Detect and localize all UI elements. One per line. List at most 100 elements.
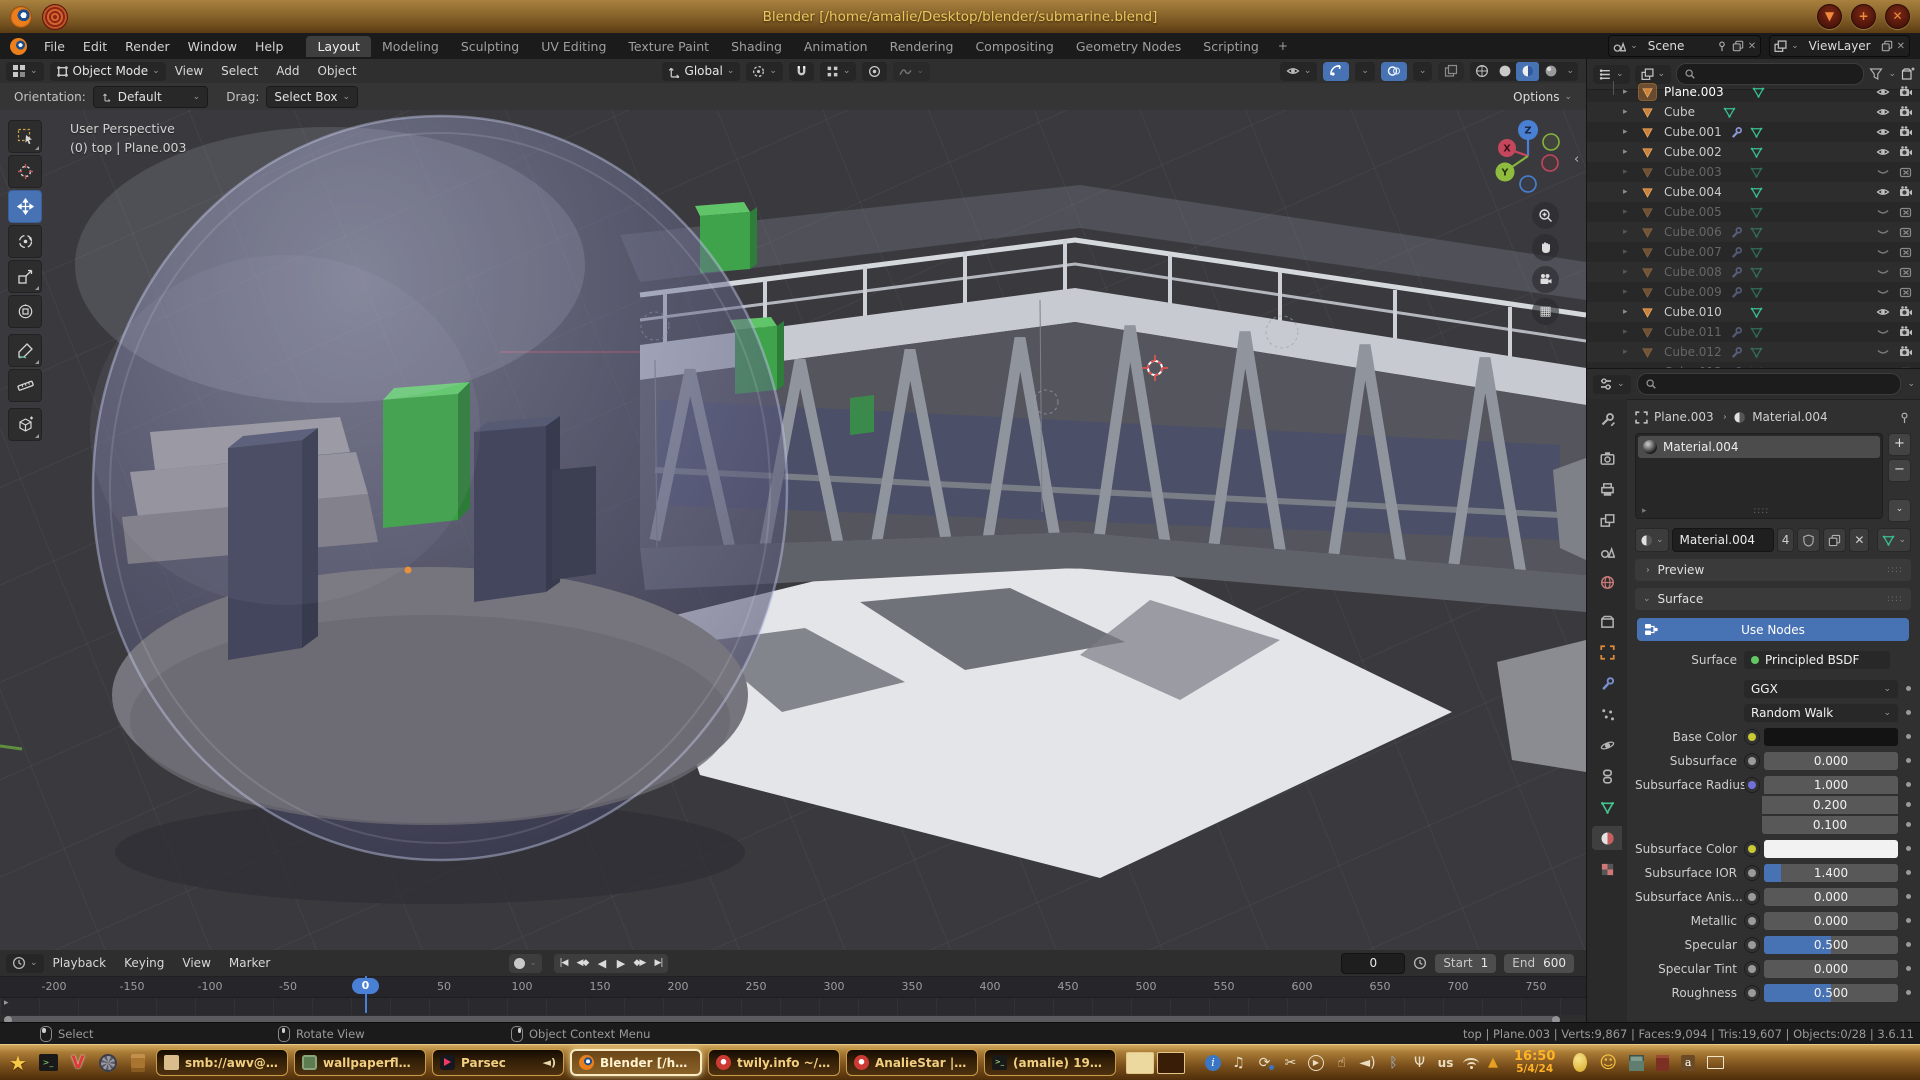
- object-name[interactable]: Cube.005: [1660, 205, 1726, 219]
- outliner-row[interactable]: ▸ Plane.003: [1587, 82, 1920, 102]
- render-camera-icon[interactable]: [1896, 85, 1915, 99]
- orientation-default-dropdown[interactable]: Default ⌄: [93, 86, 208, 108]
- metallic-slider[interactable]: 0.000: [1764, 912, 1898, 930]
- subsurface-color-socket[interactable]: [1744, 841, 1760, 857]
- visibility-eye-icon[interactable]: [1873, 265, 1892, 279]
- prev-keyframe-button[interactable]: ◀◆: [573, 958, 592, 968]
- pin-icon[interactable]: [1716, 40, 1728, 52]
- workspace-tab[interactable]: Geometry Nodes: [1065, 36, 1192, 57]
- filter-dropdown[interactable]: ⌄: [1888, 69, 1896, 79]
- keyframe-dot[interactable]: [1906, 942, 1911, 947]
- timeline-channel-expander[interactable]: ▸: [4, 998, 9, 1008]
- outliner-display-mode-button[interactable]: ⌄: [1593, 65, 1630, 84]
- keyframe-dot[interactable]: [1906, 782, 1911, 787]
- timeline-editor-type-button[interactable]: ⌄: [6, 954, 44, 973]
- material-name-field[interactable]: Material.004: [1672, 528, 1774, 552]
- keyframe-dot[interactable]: [1906, 802, 1911, 807]
- tab-tool[interactable]: [1592, 407, 1622, 431]
- tab-physics[interactable]: [1592, 733, 1622, 757]
- properties-search-input[interactable]: [1637, 373, 1902, 395]
- mesh-object-icon[interactable]: [1639, 244, 1656, 260]
- taskbar-window-twily[interactable]: twily.info ~/ - ...: [708, 1049, 840, 1076]
- timeline-menu-item[interactable]: Playback: [44, 956, 116, 970]
- tab-texture[interactable]: [1592, 857, 1622, 881]
- keyframe-dot[interactable]: [1906, 734, 1911, 739]
- outliner-row[interactable]: ▸ Cube.012: [1587, 342, 1920, 362]
- volume-tray-icon[interactable]: ◄): [1359, 1055, 1376, 1071]
- workspace-tab[interactable]: Shading: [720, 36, 793, 57]
- keyframe-dot[interactable]: [1906, 758, 1911, 763]
- shading-dropdown[interactable]: ⌄: [1562, 66, 1578, 76]
- use-preview-range-icon[interactable]: [1413, 956, 1427, 970]
- maximize-button[interactable]: +: [1851, 4, 1876, 29]
- taskbar-window-analiestar[interactable]: AnalieStar | H...: [846, 1049, 978, 1076]
- pin-icon[interactable]: [1898, 411, 1911, 424]
- show-gizmo-dropdown[interactable]: ⌄: [1280, 62, 1318, 81]
- specular-tint-slider[interactable]: 0.000: [1764, 960, 1898, 978]
- metallic-socket[interactable]: [1744, 913, 1760, 929]
- timeline-menu-item[interactable]: Keying: [115, 956, 173, 970]
- outliner-row[interactable]: ▸ Cube.011: [1587, 322, 1920, 342]
- render-camera-icon[interactable]: [1896, 145, 1915, 159]
- mesh-object-icon[interactable]: [1639, 324, 1656, 340]
- render-camera-icon[interactable]: [1896, 345, 1915, 359]
- cursor-tool[interactable]: [8, 155, 42, 188]
- sss-method-dropdown[interactable]: Random Walk ⌄: [1744, 704, 1898, 722]
- keyframe-dot[interactable]: [1906, 894, 1911, 899]
- jump-to-start-button[interactable]: |◀: [554, 958, 573, 968]
- shading-wireframe-button[interactable]: [1470, 62, 1493, 81]
- visibility-eye-icon[interactable]: [1873, 105, 1892, 119]
- workspace-tab[interactable]: UV Editing: [530, 36, 617, 57]
- shading-material-preview-button[interactable]: [1516, 62, 1539, 81]
- workspace-tab[interactable]: Scripting: [1192, 36, 1270, 57]
- options-dropdown[interactable]: Options⌄: [1513, 90, 1572, 104]
- base-color-swatch[interactable]: [1764, 728, 1898, 746]
- clipboard-tray-icon[interactable]: ✂: [1282, 1055, 1299, 1071]
- tab-output[interactable]: [1592, 477, 1622, 501]
- visibility-eye-icon[interactable]: [1873, 325, 1892, 339]
- camera-view-button[interactable]: [1532, 266, 1559, 293]
- subsurface-aniso-socket[interactable]: [1744, 889, 1760, 905]
- red-book-tray-icon[interactable]: [1656, 1055, 1669, 1071]
- subsurface-socket[interactable]: [1744, 753, 1760, 769]
- expand-arrow-icon[interactable]: ▸: [1623, 127, 1635, 137]
- timeline-menu-item[interactable]: View: [173, 956, 219, 970]
- keyframe-dot[interactable]: [1906, 990, 1911, 995]
- render-camera-icon[interactable]: [1896, 125, 1915, 139]
- mesh-object-icon[interactable]: [1639, 224, 1656, 240]
- preview-panel-header[interactable]: ⌄ Preview ::::: [1635, 559, 1911, 581]
- play-reverse-button[interactable]: ◀: [592, 957, 611, 970]
- add-workspace-button[interactable]: +: [1270, 39, 1296, 53]
- blender-menu-icon[interactable]: [10, 38, 27, 55]
- object-name[interactable]: Cube: [1660, 105, 1699, 119]
- pan-hand-button[interactable]: [1532, 234, 1559, 261]
- 3d-viewport[interactable]: User Perspective (0) top | Plane.003: [0, 110, 1586, 950]
- subsurface-slider[interactable]: 0.000: [1764, 752, 1898, 770]
- expand-arrow-icon[interactable]: ▸: [1623, 107, 1635, 117]
- material-slot-item[interactable]: Material.004: [1638, 436, 1880, 458]
- panel-drag-grip[interactable]: ::::: [1887, 594, 1903, 604]
- window-titlebar[interactable]: Blender [/home/amalie/Desktop/blender/su…: [0, 0, 1920, 34]
- breadcrumb-material[interactable]: Material.004: [1752, 410, 1827, 424]
- transform-tool[interactable]: [8, 295, 42, 328]
- grid-ortho-button[interactable]: ▦: [1532, 298, 1559, 325]
- expand-arrow-icon[interactable]: ▸: [1623, 187, 1635, 197]
- expand-arrow-icon[interactable]: ▸: [1623, 227, 1635, 237]
- keyframe-dot[interactable]: [1906, 822, 1911, 827]
- new-collection-icon[interactable]: [1901, 67, 1915, 81]
- clock[interactable]: 16:50 5/4/24: [1514, 1050, 1555, 1076]
- bluetooth-tray-icon[interactable]: ᛒ: [1385, 1055, 1402, 1071]
- tab-scene[interactable]: [1592, 539, 1622, 563]
- outliner-row[interactable]: ▸ Cube.008: [1587, 262, 1920, 282]
- keyframe-dot[interactable]: [1906, 918, 1911, 923]
- specular-socket[interactable]: [1744, 937, 1760, 953]
- visibility-eye-icon[interactable]: [1873, 185, 1892, 199]
- tab-material[interactable]: [1592, 826, 1622, 850]
- tab-render[interactable]: [1592, 446, 1622, 470]
- slot-resize-grip[interactable]: ::::: [1753, 506, 1769, 516]
- copy-datablock-button[interactable]: [1823, 528, 1846, 552]
- workspace-tab[interactable]: Sculpting: [450, 36, 530, 57]
- object-name[interactable]: Cube.001: [1660, 125, 1726, 139]
- object-name[interactable]: Cube.012: [1660, 345, 1726, 359]
- mesh-object-icon[interactable]: [1639, 164, 1656, 180]
